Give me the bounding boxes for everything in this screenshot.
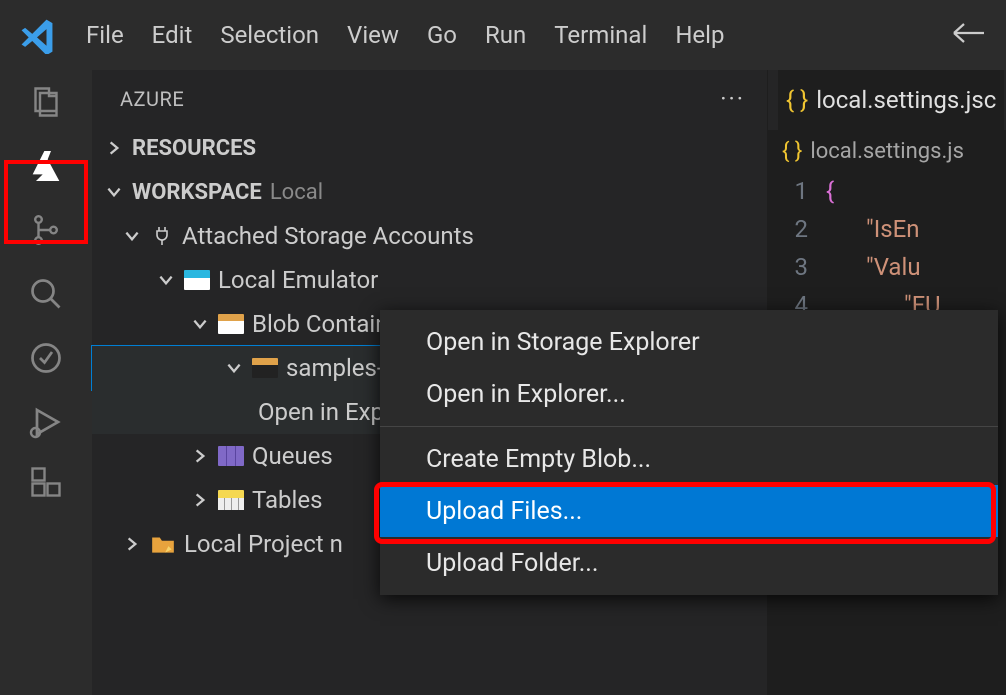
node-queues-label: Queues: [252, 442, 333, 470]
cm-open-explorer[interactable]: Open in Explorer...: [380, 368, 998, 420]
node-local-emulator-label: Local Emulator: [218, 266, 378, 294]
chevron-right-icon: [104, 138, 124, 158]
menu-selection[interactable]: Selection: [220, 21, 319, 49]
line-number: 2: [772, 215, 826, 243]
json-file-icon: { }: [786, 86, 808, 114]
code-line: 1 {: [772, 172, 1006, 210]
cm-upload-files[interactable]: Upload Files...: [380, 485, 998, 537]
chevron-down-icon: [122, 226, 142, 246]
back-arrow-icon[interactable]: [952, 21, 986, 49]
folder-icon: [218, 311, 244, 337]
search-icon[interactable]: [26, 274, 66, 314]
folder-icon: [252, 355, 278, 381]
storage-account-icon: [184, 267, 210, 293]
vscode-logo-icon: [18, 16, 56, 54]
section-workspace-label: WORKSPACE: [132, 180, 262, 205]
node-attached-storage[interactable]: Attached Storage Accounts: [92, 214, 767, 258]
node-tables-label: Tables: [252, 486, 322, 514]
node-local-project-label: Local Project n: [184, 530, 343, 558]
context-menu: Open in Storage Explorer Open in Explore…: [380, 310, 998, 595]
code-text: "Valu: [866, 253, 921, 281]
chevron-down-icon: [190, 314, 210, 334]
testing-icon[interactable]: [26, 338, 66, 378]
source-control-icon[interactable]: [26, 210, 66, 250]
code-line: 3 "Valu: [772, 248, 1006, 286]
cm-create-empty-blob[interactable]: Create Empty Blob...: [380, 433, 998, 485]
extensions-icon[interactable]: [26, 462, 66, 502]
sidebar-more-icon[interactable]: ···: [720, 85, 745, 113]
code-text: "IsEn: [866, 215, 920, 243]
editor-breadcrumb-label: local.settings.js: [810, 139, 964, 164]
cm-separator: [380, 426, 998, 427]
activity-bar: [0, 70, 92, 695]
chevron-right-icon: [122, 534, 142, 554]
menu-go[interactable]: Go: [427, 21, 457, 49]
plug-icon: [150, 224, 174, 248]
node-open-in-explorer-label: Open in Expl: [258, 398, 390, 426]
section-resources-label: RESOURCES: [132, 136, 256, 161]
chevron-down-icon: [156, 270, 176, 290]
chevron-right-icon: [190, 490, 210, 510]
tables-icon: [218, 487, 244, 513]
menu-view[interactable]: View: [347, 21, 399, 49]
menu-help[interactable]: Help: [675, 21, 724, 49]
code-text: {: [826, 177, 834, 205]
menu-edit[interactable]: Edit: [152, 21, 193, 49]
code-line: 2 "IsEn: [772, 210, 1006, 248]
editor-tab-local-settings[interactable]: { } local.settings.jsc: [778, 70, 1004, 130]
menu-run[interactable]: Run: [485, 21, 526, 49]
chevron-right-icon: [190, 446, 210, 466]
editor-tab-label: local.settings.jsc: [816, 86, 996, 114]
menu-terminal[interactable]: Terminal: [554, 21, 647, 49]
menubar: File Edit Selection View Go Run Terminal…: [86, 21, 952, 49]
json-file-icon: { }: [782, 139, 802, 164]
chevron-down-icon: [224, 358, 244, 378]
editor-tabbar: { } local.settings.jsc: [768, 70, 1006, 130]
sidebar-header: AZURE ···: [92, 70, 767, 126]
section-workspace[interactable]: WORKSPACE Local: [92, 170, 767, 214]
node-local-emulator[interactable]: Local Emulator: [92, 258, 767, 302]
sidebar-title: AZURE: [120, 87, 184, 111]
run-debug-icon[interactable]: [26, 402, 66, 442]
line-number: 3: [772, 253, 826, 281]
chevron-down-icon: [104, 182, 124, 202]
menu-file[interactable]: File: [86, 21, 124, 49]
node-attached-storage-label: Attached Storage Accounts: [182, 222, 474, 250]
project-folder-icon: [150, 533, 176, 555]
explorer-icon[interactable]: [26, 82, 66, 122]
title-bar: File Edit Selection View Go Run Terminal…: [0, 0, 1006, 70]
editor-breadcrumb[interactable]: { } local.settings.js: [768, 130, 1006, 172]
section-workspace-suffix: Local: [270, 180, 323, 205]
cm-upload-folder[interactable]: Upload Folder...: [380, 537, 998, 589]
line-number: 1: [772, 177, 826, 205]
section-resources[interactable]: RESOURCES: [92, 126, 767, 170]
cm-open-storage-explorer[interactable]: Open in Storage Explorer: [380, 316, 998, 368]
azure-icon[interactable]: [26, 146, 66, 186]
queues-icon: [218, 443, 244, 469]
